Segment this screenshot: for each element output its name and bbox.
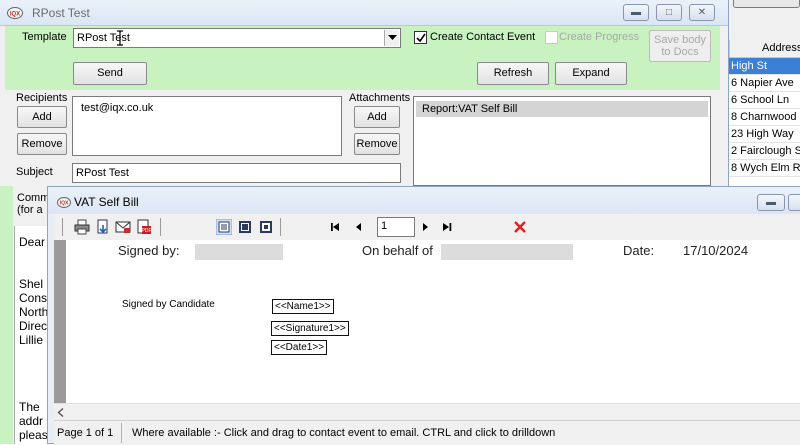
child-minimize-button[interactable]: ▬ [757, 194, 785, 211]
template-label: Template [22, 31, 67, 43]
horizontal-scrollbar[interactable] [54, 403, 800, 420]
child-window-title: VAT Self Bill [74, 195, 139, 209]
subject-value: RPost Test [76, 167, 129, 179]
recipients-list[interactable]: test@iqx.co.uk [72, 96, 342, 156]
address-row[interactable]: 8 Charnwood P [729, 109, 800, 126]
minimize-icon: ▬ [631, 7, 641, 18]
report-preview: Signed by: On behalf of Date: 17/10/2024… [54, 240, 800, 403]
save-body-label-line2: to Docs [661, 46, 699, 58]
first-page-icon[interactable] [327, 219, 343, 235]
status-hint: Where available :- Click and drag to con… [132, 427, 556, 439]
redacted-signer [195, 244, 283, 260]
attachments-label: Attachments [349, 92, 411, 104]
window-edge [0, 186, 13, 444]
svg-text:IQX: IQX [60, 201, 69, 207]
recipient-item[interactable]: test@iqx.co.uk [81, 102, 153, 114]
comments-label-line1: Comm [17, 192, 50, 204]
svg-text:PDF: PDF [142, 228, 152, 234]
vat-self-bill-window: IQX VAT Self Bill ▬ PDF 1 Signed by: On … [47, 186, 800, 445]
fit-page-icon[interactable] [258, 219, 274, 235]
svg-text:IQX: IQX [10, 12, 20, 18]
status-bar: Page 1 of 1 Where available :- Click and… [54, 420, 800, 445]
close-preview-icon[interactable] [512, 219, 528, 235]
subject-label: Subject [16, 166, 53, 178]
minimize-icon: ▬ [766, 197, 776, 208]
create-contact-event-checkbox[interactable] [414, 31, 427, 44]
refresh-button[interactable]: Refresh [477, 62, 549, 85]
on-behalf-label: On behalf of [362, 243, 433, 258]
attachment-item[interactable]: Report:VAT Self Bill [416, 101, 708, 117]
report-app-icon: IQX [57, 197, 71, 208]
signed-by-candidate-label: Signed by Candidate [122, 299, 215, 310]
chevron-down-icon [388, 35, 397, 40]
letter-body[interactable]: Dear Shel Cons North Direc Lillie The ad… [14, 226, 50, 444]
maximize-icon: □ [665, 7, 673, 18]
signed-by-label: Signed by: [118, 243, 180, 258]
date-label: Date: [623, 243, 655, 258]
address-row[interactable]: High St [729, 58, 800, 75]
close-button[interactable]: ✕ [689, 4, 715, 21]
address-list: High St 6 Napier Ave 6 School Ln 8 Charn… [729, 58, 800, 198]
date-merge-field[interactable]: <<Date1>> [271, 340, 328, 355]
background-update-button[interactable] [733, 0, 800, 8]
address-row[interactable]: 6 Napier Ave [729, 75, 800, 92]
add-attachment-button[interactable]: Add [354, 106, 400, 128]
checkmark-icon [416, 33, 426, 43]
address-row[interactable]: 6 School Ln [729, 92, 800, 109]
scroll-left-icon[interactable] [57, 408, 65, 417]
toolbar-separator [280, 218, 281, 236]
pdf-icon[interactable]: PDF [136, 219, 152, 235]
comments-label: Comm (for a [17, 192, 49, 216]
last-page-icon[interactable] [439, 219, 455, 235]
add-recipient-button[interactable]: Add [17, 106, 67, 128]
maximize-button[interactable]: □ [656, 4, 682, 21]
create-contact-event-label: Create Contact Event [430, 31, 536, 43]
address-column-header[interactable]: Address [729, 40, 800, 58]
close-icon: ✕ [697, 7, 707, 18]
toolbar-separator [62, 218, 63, 236]
prev-page-icon[interactable] [351, 219, 367, 235]
page-count-status: Page 1 of 1 [57, 427, 114, 439]
name-merge-field[interactable]: <<Name1>> [272, 299, 334, 314]
child-maximize-button[interactable] [788, 194, 800, 211]
address-row[interactable]: 2 Fairclough St [729, 143, 800, 160]
comments-label-line2: (for a [17, 204, 43, 216]
address-row[interactable]: 8 Wych Elm Rd [729, 160, 800, 177]
signature-merge-field[interactable]: <<Signature1>> [271, 321, 349, 336]
save-body-label-line1: Save body [654, 34, 706, 46]
text-cursor-icon [117, 30, 123, 46]
email-icon[interactable] [115, 219, 131, 235]
single-page-icon[interactable] [216, 219, 232, 235]
app-icon: IQX [7, 7, 23, 19]
dropdown-arrow[interactable] [384, 30, 399, 46]
minimize-button[interactable]: ▬ [623, 4, 649, 21]
save-body-to-docs-button[interactable]: Save body to Docs [649, 30, 711, 62]
date-value: 17/10/2024 [683, 243, 749, 258]
title-bar: IQX RPost Test ▬ □ ✕ [0, 0, 728, 26]
export-icon[interactable] [95, 219, 111, 235]
recipients-label: Recipients [16, 92, 68, 104]
preview-margin [54, 240, 66, 403]
attachments-list[interactable]: Report:VAT Self Bill [413, 96, 711, 186]
next-page-icon[interactable] [417, 219, 433, 235]
page-number-input[interactable]: 1 [377, 217, 415, 237]
preview-toolbar: PDF 1 [54, 214, 800, 240]
send-button[interactable]: Send [73, 62, 147, 85]
child-title-bar: IQX VAT Self Bill ▬ [48, 187, 800, 214]
remove-recipient-button[interactable]: Remove [17, 133, 67, 155]
redacted-company [441, 244, 573, 260]
expand-button[interactable]: Expand [555, 62, 627, 85]
create-progress-checkbox[interactable] [545, 31, 558, 44]
status-separator [121, 423, 122, 443]
window-title: RPost Test [32, 6, 90, 20]
remove-attachment-button[interactable]: Remove [354, 133, 400, 155]
two-page-icon[interactable] [237, 219, 253, 235]
create-progress-label: Create Progress [559, 31, 640, 43]
print-icon[interactable] [74, 219, 90, 235]
address-row[interactable]: 23 High Way [729, 126, 800, 143]
toolbar-separator [160, 218, 161, 236]
subject-input[interactable]: RPost Test [72, 163, 401, 183]
